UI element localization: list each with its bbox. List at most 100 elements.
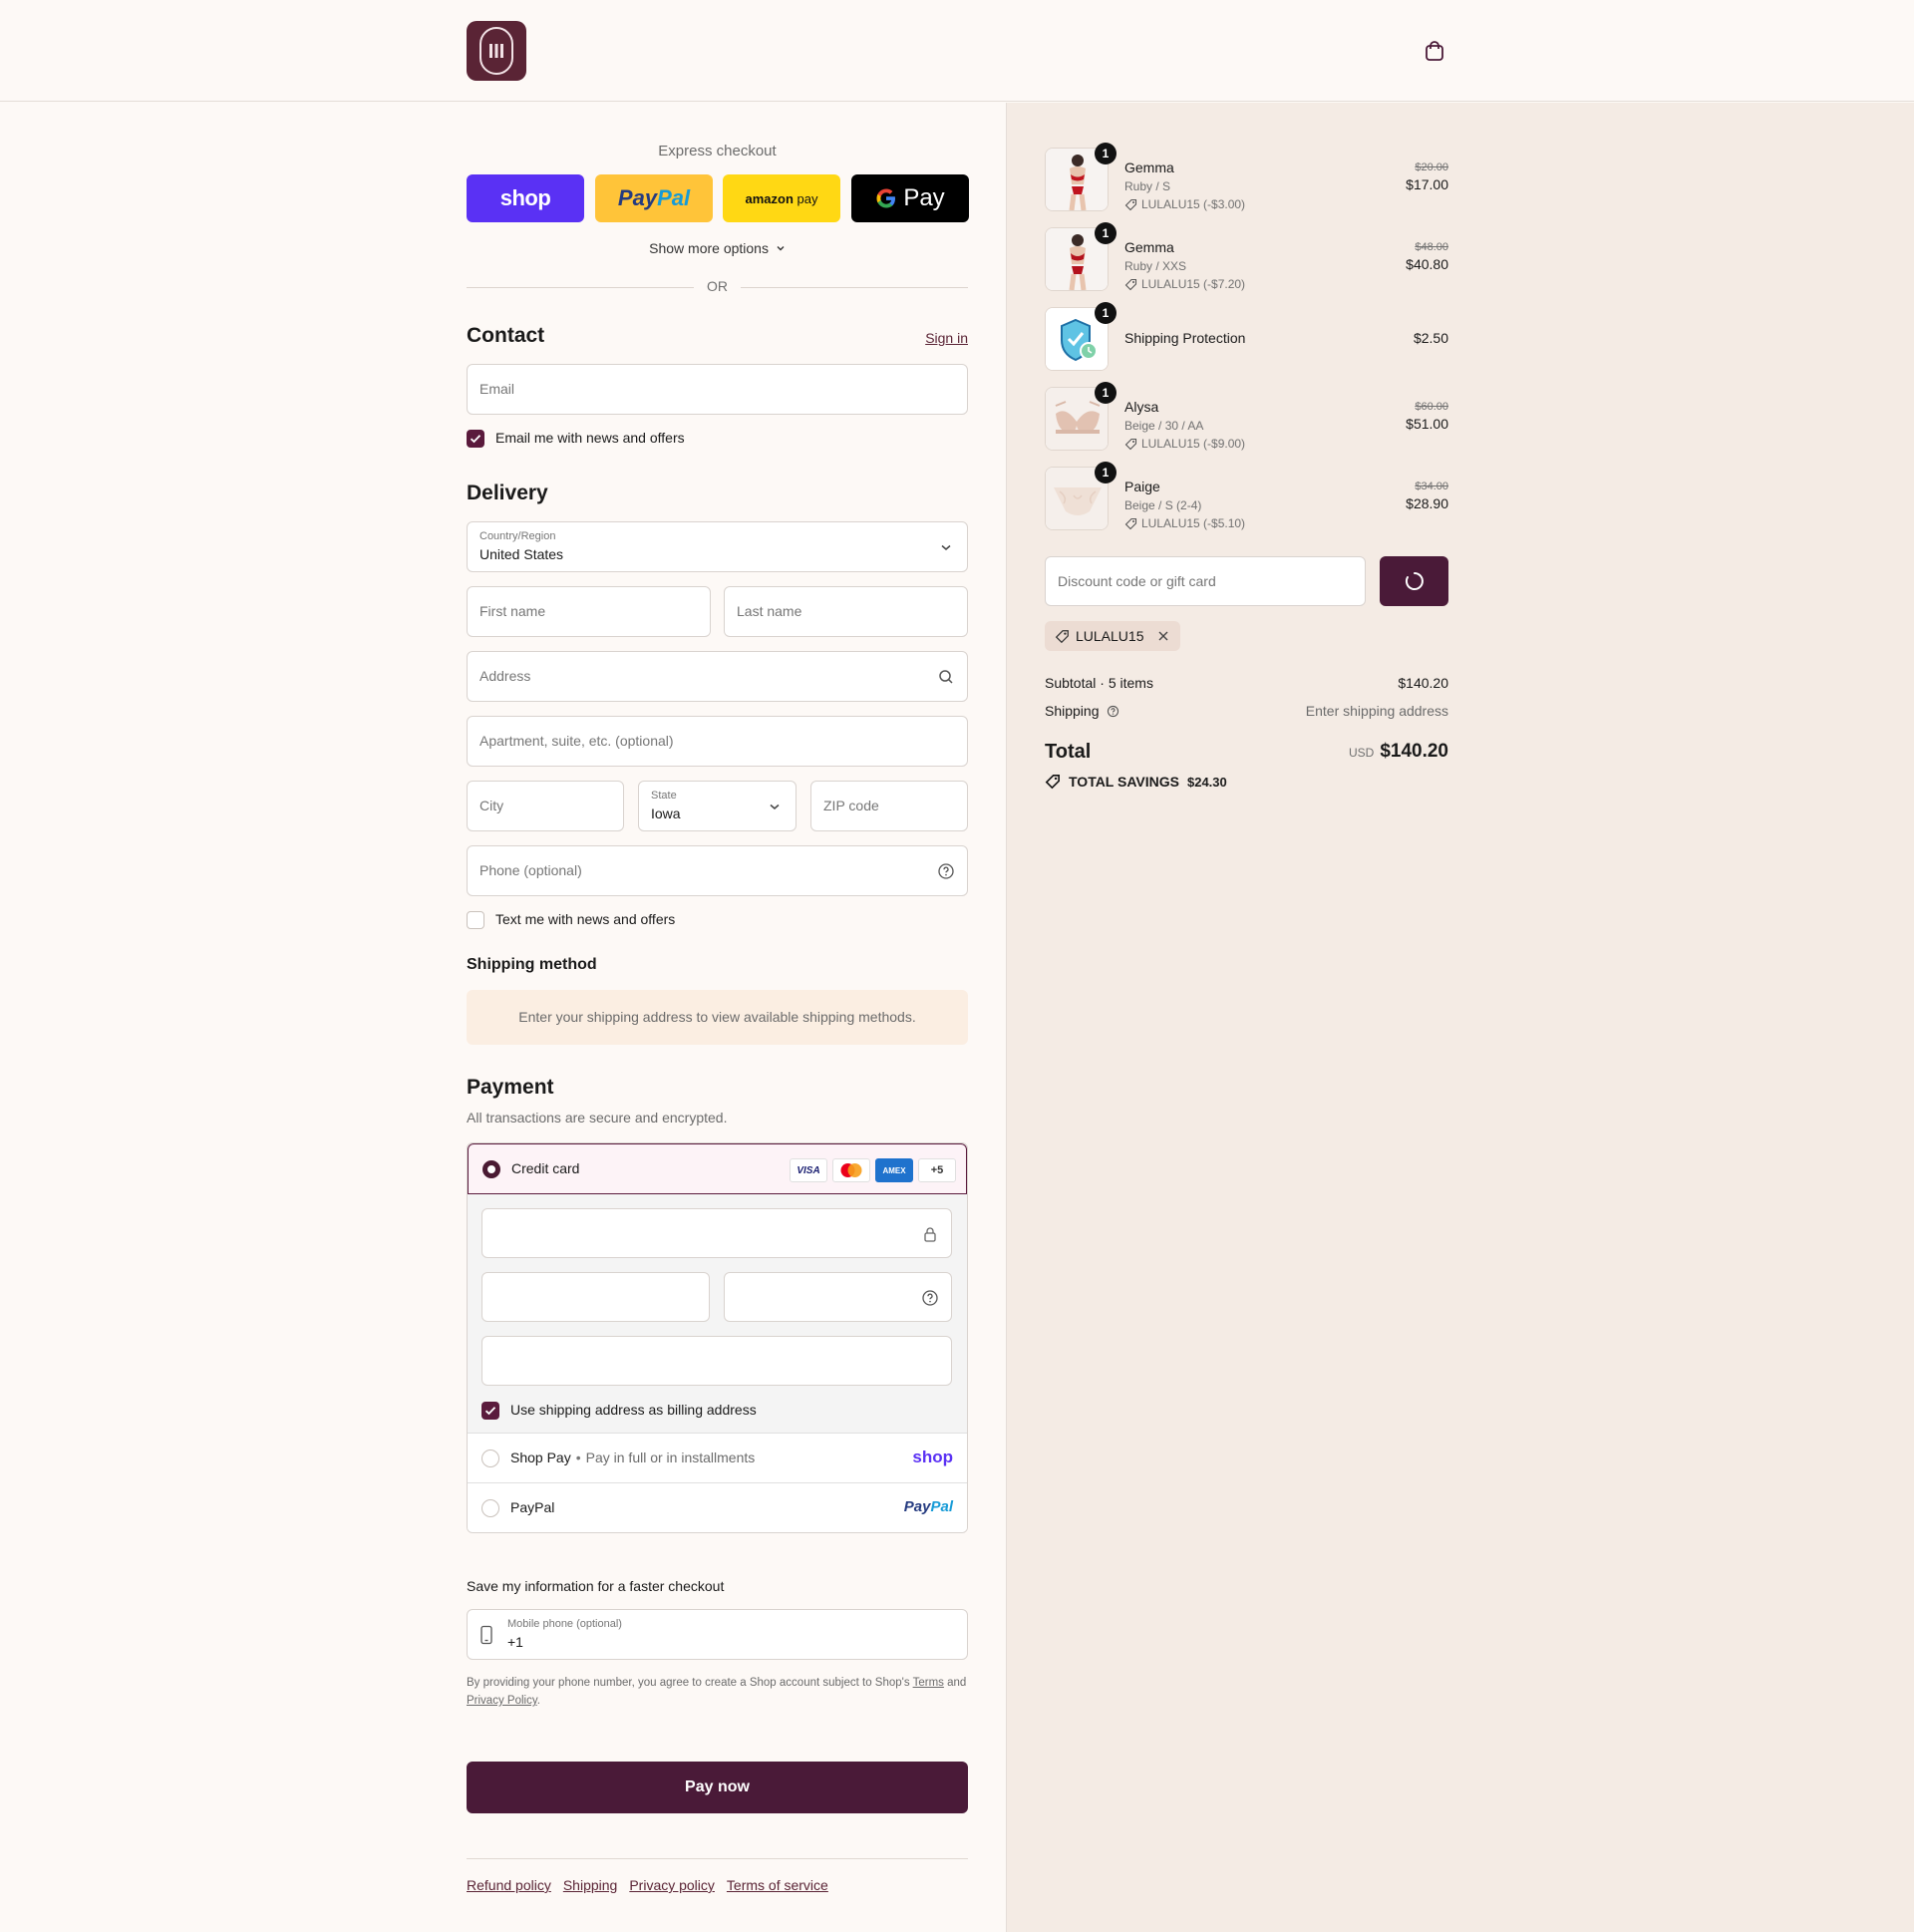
- paypal-option[interactable]: PayPal PayPal: [468, 1482, 967, 1532]
- google-g-icon: [876, 188, 896, 208]
- lock-icon: [924, 1227, 936, 1242]
- zip-field[interactable]: ZIP code: [810, 781, 968, 831]
- item-variant: Ruby / S: [1124, 179, 1171, 193]
- last-name-placeholder: Last name: [737, 603, 802, 619]
- item-name: Paige: [1124, 479, 1160, 494]
- mobile-phone-field[interactable]: Mobile phone (optional) +1: [467, 1609, 968, 1660]
- shop-pay-radio[interactable]: [481, 1449, 499, 1467]
- privacy-policy-link[interactable]: Privacy Policy: [467, 1695, 537, 1707]
- total-value: USD $140.20: [1348, 741, 1448, 762]
- credit-card-radio[interactable]: [482, 1160, 500, 1178]
- item-name: Alysa: [1124, 399, 1159, 415]
- expiration-date-field[interactable]: [481, 1272, 710, 1322]
- quantity-badge: 1: [1095, 222, 1116, 244]
- terms-of-service-link[interactable]: Terms of service: [727, 1877, 828, 1893]
- item-name: Shipping Protection: [1124, 330, 1246, 346]
- save-info-heading: Save my information for a faster checkou…: [467, 1578, 725, 1594]
- amazon-pay-logo: amazon pay: [745, 190, 818, 206]
- apartment-field[interactable]: Apartment, suite, etc. (optional): [467, 716, 968, 767]
- tag-icon: [1055, 629, 1069, 643]
- item-discount: LULALU15 (-$9.00): [1124, 437, 1245, 451]
- shop-pay-label: Shop Pay • Pay in full or in installments: [510, 1449, 756, 1465]
- item-price: $28.90: [1406, 495, 1448, 511]
- google-pay-button[interactable]: Pay: [851, 174, 969, 222]
- amazon-pay-button[interactable]: amazon pay: [723, 174, 840, 222]
- card-number-field[interactable]: [481, 1208, 952, 1258]
- cart-item: 1 Paige Beige / S (2-4) LULALU15 (-$5.10…: [1045, 462, 1448, 532]
- amex-icon: AMEX: [875, 1158, 913, 1182]
- address-placeholder: Address: [479, 668, 531, 684]
- state-select[interactable]: State Iowa: [638, 781, 797, 831]
- paypal-button[interactable]: PayPal: [595, 174, 713, 222]
- shop-pay-option[interactable]: Shop Pay • Pay in full or in installments …: [468, 1433, 967, 1482]
- discount-code-field[interactable]: Discount code or gift card: [1045, 556, 1366, 606]
- show-more-options[interactable]: Show more options: [467, 240, 968, 256]
- total-savings-label: TOTAL SAVINGS: [1069, 774, 1179, 790]
- item-discount: LULALU15 (-$3.00): [1124, 197, 1245, 211]
- text-news-checkbox[interactable]: [467, 911, 484, 929]
- first-name-placeholder: First name: [479, 603, 546, 619]
- credit-card-form: Use shipping address as billing address: [468, 1194, 967, 1438]
- shop-pay-logo: shop: [499, 185, 551, 210]
- shopping-bag-icon[interactable]: [1424, 40, 1445, 62]
- last-name-field[interactable]: Last name: [724, 586, 968, 637]
- credit-card-option[interactable]: Credit card VISA AMEX +5: [468, 1143, 967, 1194]
- shipping-label: Shipping: [1045, 703, 1119, 719]
- state-value: Iowa: [651, 805, 681, 821]
- cart-item: 1 Gemma Ruby / S LULALU15 (-$3.00) $20.0…: [1045, 143, 1448, 213]
- quantity-badge: 1: [1095, 462, 1116, 483]
- city-field[interactable]: City: [467, 781, 624, 831]
- credit-card-label: Credit card: [511, 1160, 580, 1176]
- apply-discount-button[interactable]: [1380, 556, 1448, 606]
- quantity-badge: 1: [1095, 382, 1116, 404]
- name-on-card-field[interactable]: [481, 1336, 952, 1386]
- item-discount: LULALU15 (-$7.20): [1124, 277, 1245, 291]
- contact-heading: Contact: [467, 324, 545, 347]
- mobile-phone-label: Mobile phone (optional): [507, 1618, 622, 1630]
- subtotal-label: Subtotal · 5 items: [1045, 675, 1153, 691]
- security-code-field[interactable]: [724, 1272, 952, 1322]
- brand-logo[interactable]: [467, 21, 526, 81]
- express-checkout-label: Express checkout: [658, 143, 777, 160]
- order-summary-panel: [1006, 103, 1914, 1932]
- email-field[interactable]: Email: [467, 364, 968, 415]
- mobile-phone-icon: [480, 1625, 492, 1645]
- help-icon[interactable]: [937, 862, 955, 880]
- sign-in-link[interactable]: Sign in: [925, 330, 968, 346]
- show-more-label: Show more options: [649, 240, 769, 256]
- address-field[interactable]: Address: [467, 651, 968, 702]
- total-savings: TOTAL SAVINGS $24.30: [1045, 774, 1227, 790]
- cart-item: 1 Alysa Beige / 30 / AA LULALU15 (-$9.00…: [1045, 382, 1448, 453]
- shipping-policy-link[interactable]: Shipping: [563, 1877, 618, 1893]
- country-select[interactable]: Country/Region United States: [467, 521, 968, 572]
- help-icon[interactable]: [921, 1289, 939, 1307]
- visa-icon: VISA: [790, 1158, 827, 1182]
- first-name-field[interactable]: First name: [467, 586, 711, 637]
- terms-link[interactable]: Terms: [913, 1677, 944, 1689]
- tag-icon: [1124, 438, 1137, 450]
- phone-field[interactable]: Phone (optional): [467, 845, 968, 896]
- more-cards-badge: +5: [918, 1158, 956, 1182]
- item-discount: LULALU15 (-$5.10): [1124, 516, 1245, 530]
- pay-now-button[interactable]: Pay now: [467, 1762, 968, 1813]
- item-name: Gemma: [1124, 239, 1174, 255]
- help-icon[interactable]: [1107, 705, 1119, 718]
- privacy-policy-footer-link[interactable]: Privacy policy: [629, 1877, 715, 1893]
- loading-spinner-icon: [1405, 572, 1424, 590]
- apartment-placeholder: Apartment, suite, etc. (optional): [479, 733, 674, 749]
- paypal-radio[interactable]: [481, 1499, 499, 1517]
- close-icon[interactable]: [1156, 629, 1170, 643]
- shop-pay-button[interactable]: shop: [467, 174, 584, 222]
- item-variant: Beige / S (2-4): [1124, 498, 1202, 512]
- email-news-checkbox[interactable]: [467, 430, 484, 448]
- shop-pay-logo: shop: [912, 1448, 953, 1466]
- refund-policy-link[interactable]: Refund policy: [467, 1877, 551, 1893]
- shipping-method-heading: Shipping method: [467, 956, 597, 973]
- search-icon[interactable]: [937, 668, 955, 686]
- billing-same-label: Use shipping address as billing address: [510, 1402, 757, 1418]
- billing-same-checkbox[interactable]: [481, 1402, 499, 1420]
- google-pay-label: Pay: [903, 184, 945, 211]
- paypal-logo: PayPal: [617, 185, 691, 210]
- item-price: $51.00: [1406, 416, 1448, 432]
- subtotal-value: $140.20: [1398, 675, 1448, 691]
